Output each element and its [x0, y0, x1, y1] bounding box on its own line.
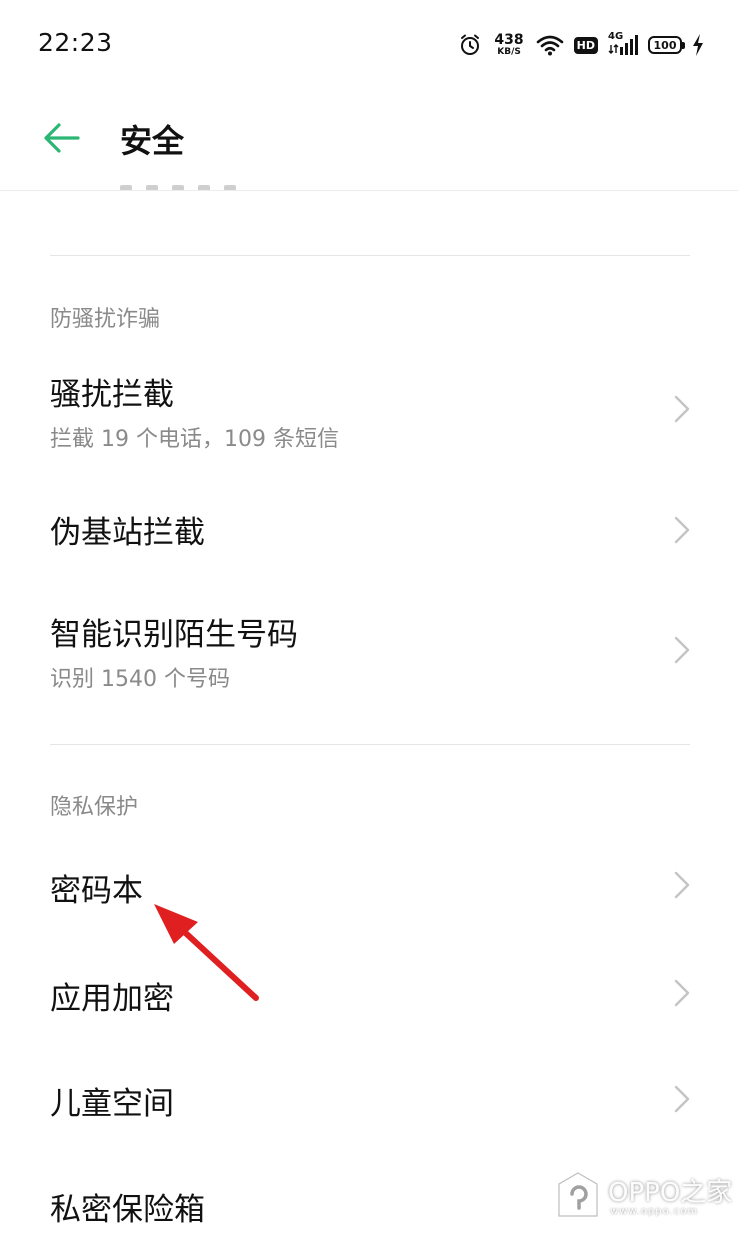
item-subtitle: 识别 1540 个号码	[50, 667, 230, 692]
section-title-privacy: 隐私保护	[50, 795, 139, 820]
chevron-right-icon	[674, 979, 690, 1007]
signal-4g-icon: 4G	[608, 31, 638, 57]
hd-icon: HD	[573, 36, 598, 54]
item-title: 伪基站拦截	[50, 515, 205, 551]
chevron-right-icon	[674, 636, 690, 664]
item-title: 应用加密	[50, 981, 174, 1017]
status-icons: 438 KB/S HD 4G 100	[458, 30, 704, 60]
chevron-right-icon	[674, 871, 690, 899]
list-item-harassment-block[interactable]: 骚扰拦截 拦截 19 个电话，109 条短信	[0, 343, 738, 463]
item-title: 私密保险箱	[50, 1192, 205, 1228]
status-bar: 22:23 438 KB/S HD 4G 100	[0, 0, 738, 90]
item-title: 骚扰拦截	[50, 377, 174, 413]
list-item-smart-caller-id[interactable]: 智能识别陌生号码 识别 1540 个号码	[0, 583, 738, 703]
network-speed-value: 438	[494, 32, 524, 48]
page-title: 安全	[120, 122, 185, 160]
item-title: 儿童空间	[50, 1086, 174, 1122]
item-subtitle: 拦截 19 个电话，109 条短信	[50, 427, 339, 452]
charging-icon	[693, 34, 703, 56]
item-title: 智能识别陌生号码	[50, 617, 298, 653]
section-title-anti-harassment: 防骚扰诈骗	[50, 307, 161, 332]
battery-icon: 100	[648, 36, 685, 54]
wifi-icon	[536, 35, 563, 56]
chevron-right-icon	[674, 516, 690, 544]
app-header: 安全	[0, 90, 738, 191]
battery-level: 100	[653, 38, 677, 52]
chevron-right-icon	[674, 395, 690, 423]
list-item-app-lock[interactable]: 应用加密	[0, 939, 738, 1045]
list-item-kids-space[interactable]: 儿童空间	[0, 1045, 738, 1151]
scrolled-content-remnant	[120, 178, 260, 190]
item-title: 密码本	[50, 873, 143, 909]
list-item-private-safe[interactable]: 私密保险箱	[0, 1151, 738, 1240]
status-time: 22:23	[38, 28, 113, 57]
network-speed-unit: KB/S	[497, 47, 521, 57]
list-item-fake-base-station[interactable]: 伪基站拦截	[0, 463, 738, 583]
arrow-left-icon	[44, 123, 80, 153]
network-speed: 438 KB/S	[494, 33, 523, 57]
chevron-right-icon	[674, 1085, 690, 1113]
section-divider	[50, 744, 690, 745]
back-button[interactable]	[40, 118, 84, 158]
list-item-password-book[interactable]: 密码本	[0, 831, 738, 939]
alarm-icon	[461, 34, 480, 55]
security-settings-screen: 22:23 438 KB/S HD 4G 100 安全 防骚扰诈骗 骚扰拦截 拦…	[0, 0, 738, 1240]
section-divider	[50, 255, 690, 256]
